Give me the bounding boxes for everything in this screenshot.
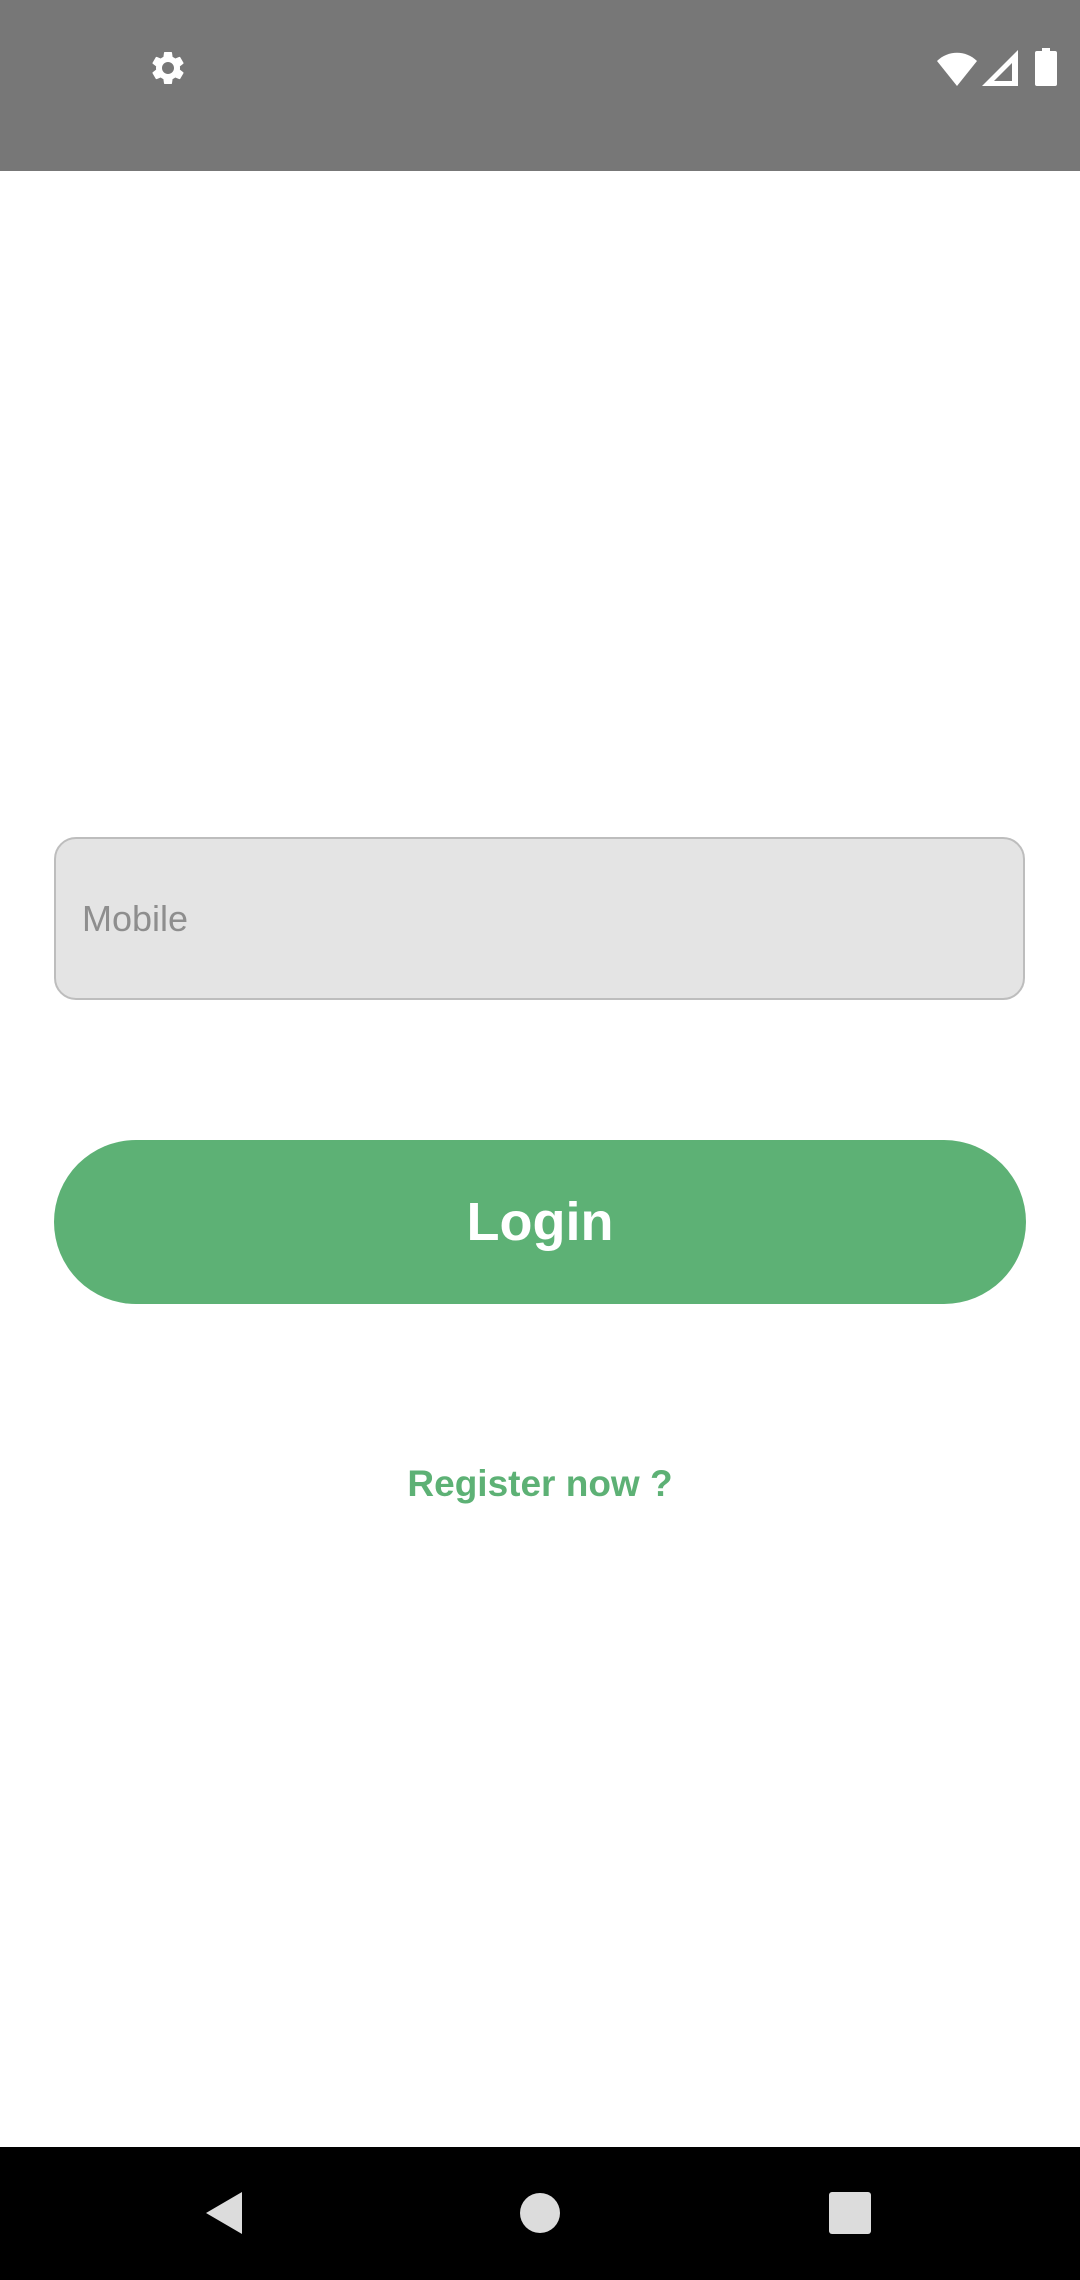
recents-icon[interactable]: [826, 2189, 874, 2237]
back-icon[interactable]: [202, 2189, 250, 2237]
battery-icon: [1035, 48, 1057, 86]
home-icon[interactable]: [516, 2189, 564, 2237]
status-bar: [0, 0, 1080, 171]
register-now-link[interactable]: Register now ?: [0, 1458, 1080, 1510]
mobile-input[interactable]: [54, 837, 1025, 1000]
wifi-icon: [937, 52, 977, 86]
cellular-signal-icon: [982, 50, 1018, 86]
gear-icon: [152, 52, 184, 84]
login-button[interactable]: Login: [54, 1140, 1026, 1304]
